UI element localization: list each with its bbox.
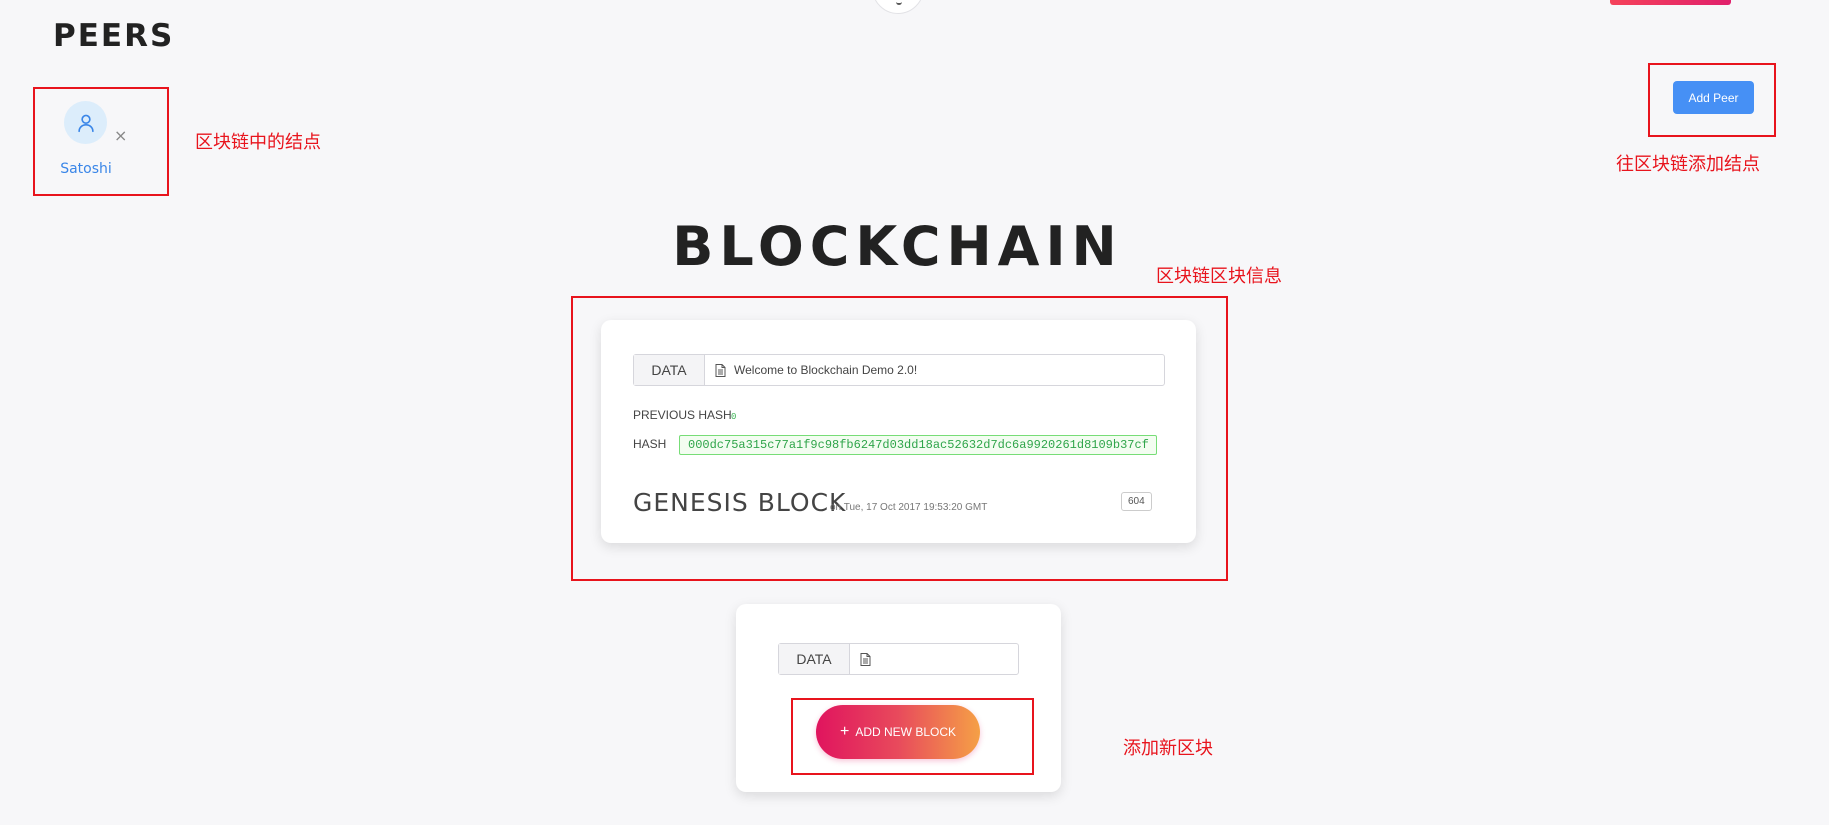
nonce-badge: 604 [1121, 492, 1152, 511]
document-icon [715, 363, 726, 377]
genesis-block-date: on Tue, 17 Oct 2017 19:53:20 GMT [830, 502, 988, 513]
genesis-block-title: GENESIS BLOCK [633, 488, 847, 517]
new-block-data-field[interactable]: DATA [778, 643, 1019, 675]
add-peer-button[interactable]: Add Peer [1673, 81, 1754, 114]
annotation-add-peer: 往区块链添加结点 [1616, 154, 1760, 175]
plus-icon: + [839, 723, 850, 740]
add-new-block-button[interactable]: + ADD NEW BLOCK [816, 705, 980, 759]
top-nav-circle[interactable] [872, 0, 924, 14]
annotation-peer-node: 区块链中的结点 [195, 132, 321, 153]
new-block-data-input[interactable] [850, 644, 1018, 674]
data-label: DATA [779, 644, 850, 674]
document-icon [860, 652, 871, 666]
annotation-box-peer [33, 87, 169, 196]
hash-label: HASH [633, 437, 667, 451]
add-new-block-label: ADD NEW BLOCK [855, 725, 957, 739]
genesis-block-card: DATA Welcome to Blockchain Demo 2.0! PRE… [601, 320, 1196, 543]
top-nav-accent-bar [1610, 0, 1731, 5]
peer-name[interactable]: Satoshi [56, 161, 116, 177]
genesis-data-input[interactable]: Welcome to Blockchain Demo 2.0! [705, 355, 1164, 385]
previous-hash-value: 0 [731, 412, 737, 422]
previous-hash-label: PREVIOUS HASH [633, 408, 732, 422]
data-label: DATA [634, 355, 705, 385]
user-icon [77, 114, 94, 132]
annotation-block-info: 区块链区块信息 [1156, 266, 1282, 287]
hash-value: 000dc75a315c77a1f9c98fb6247d03dd18ac5263… [679, 435, 1157, 455]
peer-remove-icon[interactable]: × [114, 128, 127, 144]
annotation-add-block: 添加新区块 [1123, 738, 1213, 759]
peers-title: PEERS [53, 18, 175, 54]
peer-avatar[interactable] [64, 101, 107, 144]
blockchain-title: BLOCKCHAIN [672, 215, 1123, 278]
genesis-data-field[interactable]: DATA Welcome to Blockchain Demo 2.0! [633, 354, 1165, 386]
genesis-data-value: Welcome to Blockchain Demo 2.0! [734, 363, 918, 377]
